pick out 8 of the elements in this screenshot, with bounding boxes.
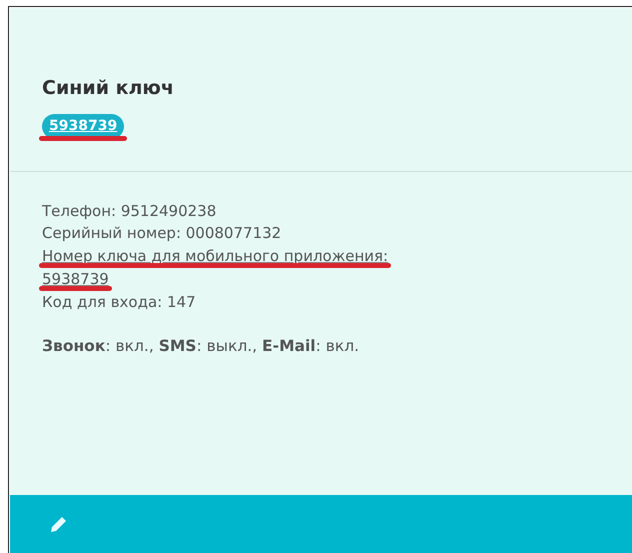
detail-text: Код для входа: 147 bbox=[42, 292, 196, 312]
detail-text: Серийный номер: 0008077132 bbox=[42, 223, 282, 243]
detail-text: Телефон: 9512490238 bbox=[42, 200, 216, 220]
card-title: Синий ключ bbox=[42, 76, 175, 101]
detail-link[interactable]: 5938739 bbox=[42, 268, 109, 288]
detail-link[interactable]: Номер ключа для мобильного приложения: bbox=[42, 246, 388, 266]
edit-icon[interactable] bbox=[50, 516, 67, 532]
notification-settings: Звонок: вкл., SMS: выкл., E-Mail: вкл. bbox=[42, 336, 360, 357]
